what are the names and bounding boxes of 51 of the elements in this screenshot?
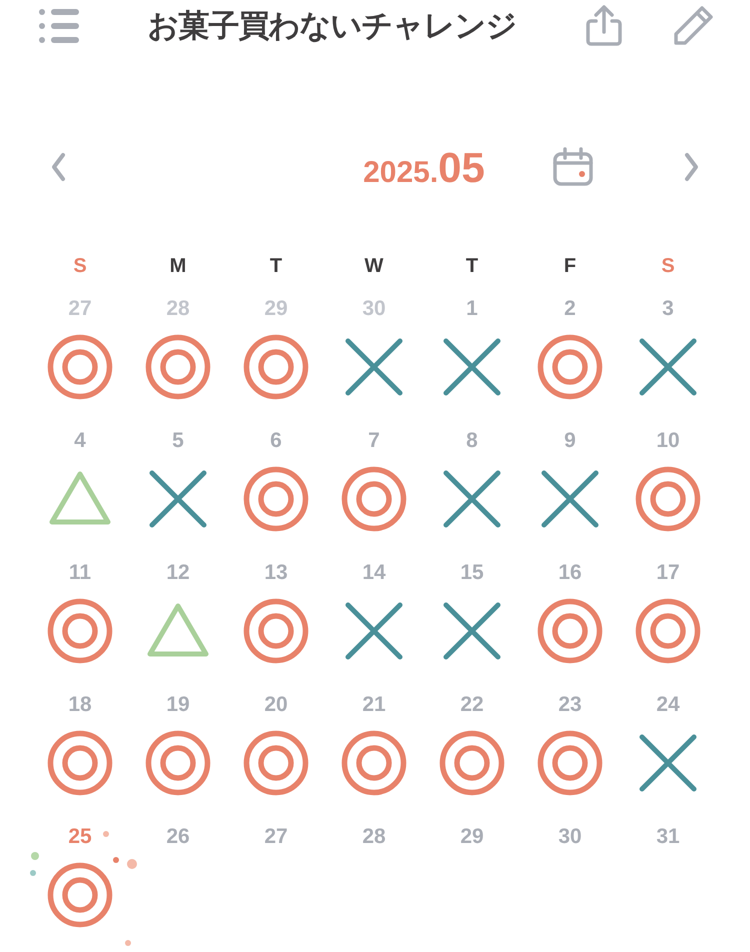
date-number[interactable]: 28: [362, 820, 386, 854]
date-number[interactable]: 26: [166, 820, 190, 854]
date-number[interactable]: 21: [362, 688, 386, 722]
weekday-label: T: [464, 254, 480, 279]
date-number[interactable]: 28: [166, 292, 190, 326]
date-number[interactable]: 24: [656, 688, 680, 722]
menu-icon[interactable]: [38, 8, 80, 44]
date-number[interactable]: 18: [68, 688, 92, 722]
date-number[interactable]: 9: [564, 424, 576, 458]
share-icon[interactable]: [584, 5, 624, 47]
date-number[interactable]: 11: [68, 556, 92, 590]
date-number[interactable]: 19: [166, 688, 190, 722]
date-number[interactable]: 25: [68, 820, 92, 854]
date-number[interactable]: 15: [460, 556, 484, 590]
date-number[interactable]: 5: [172, 424, 184, 458]
app-title: お菓子買わないチャレンジ: [148, 6, 516, 46]
date-number[interactable]: 20: [264, 688, 288, 722]
date-number[interactable]: 22: [460, 688, 484, 722]
date-number[interactable]: 2: [564, 292, 576, 326]
weekday-label: S: [660, 254, 676, 279]
date-number[interactable]: 13: [264, 556, 288, 590]
weekday-label: W: [364, 254, 384, 279]
date-number[interactable]: 4: [74, 424, 86, 458]
weekday-label: M: [168, 254, 188, 279]
date-number[interactable]: 23: [558, 688, 582, 722]
previous-month-icon[interactable]: [50, 152, 66, 182]
date-number[interactable]: 14: [362, 556, 386, 590]
date-number[interactable]: 27: [264, 820, 288, 854]
date-number[interactable]: 29: [460, 820, 484, 854]
edit-icon[interactable]: [672, 5, 714, 47]
date-number[interactable]: 1: [466, 292, 478, 326]
month-number: 05: [438, 142, 485, 192]
date-number[interactable]: 6: [270, 424, 282, 458]
weekday-label: S: [72, 254, 88, 279]
date-number[interactable]: 8: [466, 424, 478, 458]
date-number[interactable]: 30: [558, 820, 582, 854]
month-year: 2025.: [363, 154, 438, 190]
date-number[interactable]: 10: [656, 424, 680, 458]
date-number[interactable]: 7: [368, 424, 380, 458]
date-number[interactable]: 16: [558, 556, 582, 590]
date-number[interactable]: 31: [656, 820, 680, 854]
calendar-icon[interactable]: [552, 147, 594, 187]
date-number[interactable]: 12: [166, 556, 190, 590]
weekday-label: F: [562, 254, 578, 279]
date-number[interactable]: 3: [662, 292, 674, 326]
date-number[interactable]: 17: [656, 556, 680, 590]
date-number[interactable]: 30: [362, 292, 386, 326]
date-number[interactable]: 29: [264, 292, 288, 326]
weekday-label: T: [268, 254, 284, 279]
date-number[interactable]: 27: [68, 292, 92, 326]
next-month-icon[interactable]: [684, 152, 700, 182]
